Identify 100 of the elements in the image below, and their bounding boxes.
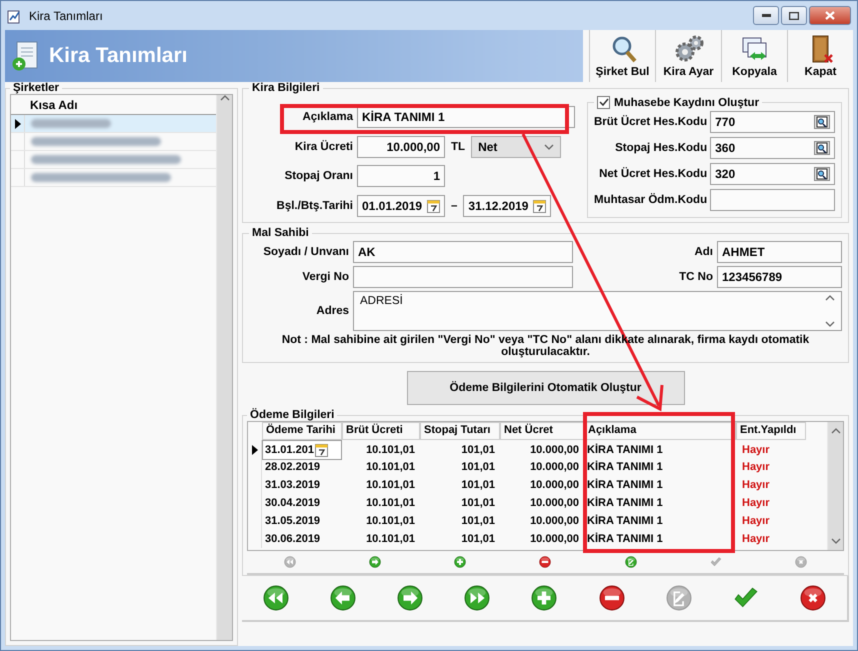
group-title: Şirketler (12, 82, 60, 94)
field-label: Adı (693, 246, 713, 258)
scroll-up-icon[interactable] (830, 428, 840, 434)
scroll-up-icon[interactable] (220, 95, 230, 101)
table-cell-text: 10.101,01 (365, 497, 416, 509)
scroll-up-icon[interactable] (825, 295, 835, 301)
date-field[interactable]: 31.01.201 (262, 440, 342, 460)
add-button[interactable] (454, 556, 466, 568)
minus-icon (539, 556, 552, 568)
maximize-button[interactable] (781, 6, 807, 25)
table-cell-text: 10.101,01 (365, 479, 416, 491)
table-cell-text: 10.000,00 (529, 497, 580, 509)
edit-button[interactable] (624, 556, 637, 568)
table-cell-text: KİRA TANIMI 1 (586, 497, 664, 509)
input-field[interactable]: 10.000,00 (357, 136, 445, 158)
input-field[interactable]: 360 (710, 137, 836, 159)
table-cell-text: KİRA TANIMI 1 (586, 461, 664, 473)
table-cell-text: 10.000,00 (529, 444, 580, 456)
table-cell-text: 10.101,01 (365, 533, 416, 545)
scrollbar[interactable] (216, 95, 232, 640)
chevron-down-icon[interactable] (544, 144, 554, 150)
lookup-icon[interactable] (814, 141, 830, 155)
minus-icon (598, 585, 625, 611)
pencil-icon (624, 556, 637, 568)
field-label: Adres (315, 305, 349, 317)
table-cell-text: KİRA TANIMI 1 (586, 515, 664, 527)
date-field[interactable]: 31.12.2019 (463, 194, 552, 217)
field-label: Vergi No (301, 271, 349, 283)
input-field[interactable] (710, 189, 836, 211)
lookup-icon[interactable] (814, 167, 830, 181)
date-field[interactable]: 01.01.2019 (357, 194, 445, 217)
table-cell-text: 28.02.2019 (264, 461, 322, 473)
auto-create-button[interactable]: Ödeme Bilgilerini Otomatik Oluştur (406, 371, 684, 405)
calendar-icon[interactable] (314, 443, 328, 457)
column-header[interactable]: Açıklama (584, 422, 736, 440)
currency-label: TL (451, 140, 466, 153)
page-title: Kira Tanımları (49, 44, 188, 68)
scrollbar[interactable] (827, 422, 843, 550)
table-cell-text: 31.03.2019 (264, 479, 322, 491)
column-header[interactable]: Brüt Ücreti (342, 422, 420, 440)
chevron-down-icon[interactable] (830, 538, 840, 544)
column-header[interactable]: Ent.Yapıldı (736, 422, 806, 440)
last-button[interactable] (464, 585, 490, 611)
row-pointer-icon (252, 445, 258, 455)
input-field[interactable]: 1 (357, 165, 445, 188)
field-label: Açıklama (301, 111, 353, 124)
table-cell-text: 10.000,00 (529, 533, 580, 545)
table-cell-text: Hayır (741, 515, 771, 527)
next-button[interactable] (397, 585, 424, 611)
field-label: Muhtasar Ödm.Kodu (594, 194, 708, 206)
table-cell-text: Hayır (741, 497, 771, 509)
lookup-icon[interactable] (814, 115, 830, 129)
column-header[interactable]: Ödeme Tarihi (262, 422, 342, 440)
first-button[interactable] (262, 585, 289, 611)
type-dropdown[interactable]: Net (471, 136, 562, 158)
minimize-button[interactable] (753, 6, 779, 25)
column-header[interactable]: Stopaj Tutarı (420, 422, 500, 440)
calendar-icon[interactable] (427, 198, 440, 213)
calendar-icon[interactable] (533, 198, 546, 213)
close-button[interactable] (809, 6, 851, 25)
address-field[interactable]: ADRESİ (353, 291, 842, 331)
checkbox[interactable] (597, 96, 610, 109)
checkmark-icon (710, 556, 722, 568)
input-field[interactable]: 770 (710, 111, 836, 133)
field-label: TC No (678, 271, 713, 283)
table-cell-text: Hayır (741, 479, 771, 491)
cross-icon (800, 585, 826, 611)
window-title: Kira Tanımları (29, 8, 103, 22)
table-cell-text: KİRA TANIMI 1 (586, 533, 664, 545)
add-button[interactable] (531, 585, 558, 611)
previous-button[interactable] (330, 585, 356, 611)
input-field[interactable]: AHMET (717, 241, 842, 263)
table-cell-text: 101,01 (460, 444, 496, 456)
table-cell-text: 31.05.2019 (264, 515, 322, 527)
field-label: Bşl./Btş.Tarihi (276, 200, 353, 212)
table-cell-text: KİRA TANIMI 1 (586, 479, 664, 491)
table-cell-text: 10.101,01 (365, 461, 416, 473)
close-icon (825, 11, 835, 20)
delete-button[interactable] (598, 585, 625, 611)
column-header[interactable]: Net Ücret (500, 422, 584, 440)
pencil-icon (666, 585, 692, 611)
table-cell-text: 101,01 (460, 497, 496, 509)
input-field[interactable]: AK (353, 241, 573, 263)
next-button[interactable] (368, 556, 381, 568)
table-cell-text: 10.000,00 (529, 515, 580, 527)
table-cell-text: Hayır (741, 444, 771, 456)
group-title: Ödeme Bilgileri (249, 409, 336, 421)
right-arrow-icon (368, 556, 381, 568)
maximize-icon (789, 12, 799, 20)
input-field[interactable] (353, 266, 573, 288)
range-separator: – (451, 200, 458, 212)
input-field[interactable]: 320 (710, 163, 836, 185)
chevron-down-icon[interactable] (825, 321, 835, 327)
cancel-button[interactable] (800, 585, 826, 611)
table-cell-text: 101,01 (460, 515, 496, 527)
input-field[interactable]: 123456789 (717, 266, 842, 288)
field-label: Brüt Ücret Hes.Kodu (594, 116, 708, 128)
field-label: Net Ücret Hes.Kodu (598, 168, 708, 180)
field-label: Kira Ücreti (294, 140, 353, 153)
delete-button[interactable] (539, 556, 552, 568)
